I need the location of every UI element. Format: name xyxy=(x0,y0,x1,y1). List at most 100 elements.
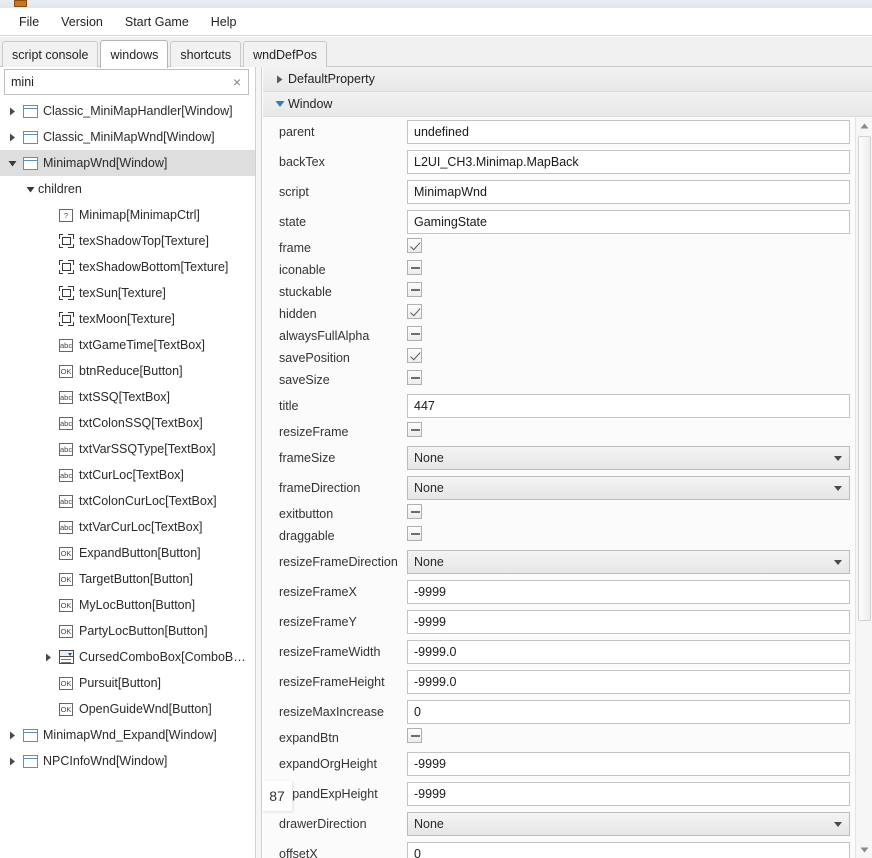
property-input-title[interactable] xyxy=(407,394,850,418)
property-input-resizeFrameX[interactable] xyxy=(407,580,850,604)
property-input-resizeFrameWidth[interactable] xyxy=(407,640,850,664)
property-select-value: None xyxy=(414,481,444,495)
tree-item[interactable]: NPCInfoWnd[Window] xyxy=(0,748,255,774)
chevron-down-icon[interactable] xyxy=(22,176,38,202)
group-header-label: DefaultProperty xyxy=(288,72,375,86)
tree-item[interactable]: OK MyLocButton[Button] xyxy=(0,592,255,618)
property-checkbox-saveSize[interactable] xyxy=(407,370,422,385)
property-checkbox-iconable[interactable] xyxy=(407,260,422,275)
property-input-resizeMaxIncrease[interactable] xyxy=(407,700,850,724)
window-icon xyxy=(20,124,40,150)
tree-item[interactable]: abc txtGameTime[TextBox] xyxy=(0,332,255,358)
window-tree[interactable]: Classic_MiniMapHandler[Window] Classic_Mi… xyxy=(0,98,255,858)
tree-item[interactable]: OK PartyLocButton[Button] xyxy=(0,618,255,644)
property-checkbox-stuckable[interactable] xyxy=(407,282,422,297)
property-select-frameSize[interactable]: None xyxy=(407,446,850,470)
property-checkbox-exitbutton[interactable] xyxy=(407,504,422,519)
menu-item-start-game[interactable]: Start Game xyxy=(114,12,200,32)
chevron-right-icon[interactable] xyxy=(4,98,20,124)
tree-item[interactable]: MinimapWnd_Expand[Window] xyxy=(0,722,255,748)
scroll-down-icon[interactable] xyxy=(856,841,872,858)
property-checkbox-frame[interactable] xyxy=(407,238,422,253)
tree-item[interactable]: OK Pursuit[Button] xyxy=(0,670,255,696)
chevron-right-icon[interactable] xyxy=(4,124,20,150)
textbox-icon: abc xyxy=(59,442,73,456)
tree-item[interactable]: texShadowBottom[Texture] xyxy=(0,254,255,280)
group-header-defaultproperty[interactable]: DefaultProperty xyxy=(263,67,872,92)
tree-item[interactable]: OK TargetButton[Button] xyxy=(0,566,255,592)
tree-item[interactable]: Classic_MiniMapWnd[Window] xyxy=(0,124,255,150)
tab-wnddefpos[interactable]: wndDefPos xyxy=(243,41,328,67)
property-row-backTex: backTex xyxy=(263,147,872,177)
tree-item[interactable]: texShadowTop[Texture] xyxy=(0,228,255,254)
tree-item[interactable]: abc txtSSQ[TextBox] xyxy=(0,384,255,410)
property-checkbox-hidden[interactable] xyxy=(407,304,422,319)
property-select-value: None xyxy=(414,817,444,831)
tree-item[interactable]: Classic_MiniMapHandler[Window] xyxy=(0,98,255,124)
property-row-frame: frame xyxy=(263,237,872,259)
chevron-right-icon[interactable] xyxy=(4,722,20,748)
tree-item[interactable]: children xyxy=(0,176,255,202)
tree-item-label: children xyxy=(38,182,82,196)
chevron-right-icon[interactable] xyxy=(4,748,20,774)
property-input-expandOrgHeight[interactable] xyxy=(407,752,850,776)
tree-item[interactable]: OK OpenGuideWnd[Button] xyxy=(0,696,255,722)
tree-item-label: MyLocButton[Button] xyxy=(79,598,196,612)
panel-splitter[interactable] xyxy=(256,67,262,858)
property-input-resizeFrameY[interactable] xyxy=(407,610,850,634)
property-checkbox-expandBtn[interactable] xyxy=(407,728,422,743)
property-checkbox-draggable[interactable] xyxy=(407,526,422,541)
chevron-placeholder xyxy=(40,488,56,514)
property-row-resizeMaxIncrease: resizeMaxIncrease xyxy=(263,697,872,727)
property-input-script[interactable] xyxy=(407,180,850,204)
property-select-drawerDirection[interactable]: None xyxy=(407,812,850,836)
menu-item-version[interactable]: Version xyxy=(50,12,114,32)
property-checkbox-savePosition[interactable] xyxy=(407,348,422,363)
chevron-down-icon[interactable] xyxy=(4,150,20,176)
property-input-resizeFrameHeight[interactable] xyxy=(407,670,850,694)
clear-search-icon[interactable]: × xyxy=(226,71,248,93)
menu-item-file[interactable]: File xyxy=(8,12,50,32)
tree-item[interactable]: CursedComboBox[ComboBox] xyxy=(0,644,255,670)
tree-item-label: txtVarSSQType[TextBox] xyxy=(79,442,216,456)
tree-item[interactable]: abc txtVarCurLoc[TextBox] xyxy=(0,514,255,540)
property-select-value: None xyxy=(414,451,444,465)
button-icon: OK xyxy=(59,676,73,690)
tab-windows[interactable]: windows xyxy=(100,40,169,68)
scrollbar-thumb[interactable] xyxy=(858,136,871,621)
property-input-parent[interactable] xyxy=(407,120,850,144)
chevron-right-icon[interactable] xyxy=(40,644,56,670)
tree-item[interactable]: texSun[Texture] xyxy=(0,280,255,306)
tree-item[interactable]: abc txtCurLoc[TextBox] xyxy=(0,462,255,488)
search-box[interactable]: × xyxy=(4,69,249,95)
property-select-value: None xyxy=(414,555,444,569)
chevron-placeholder xyxy=(40,540,56,566)
tree-item[interactable]: texMoon[Texture] xyxy=(0,306,255,332)
property-scrollbar[interactable] xyxy=(855,117,872,858)
tab-script-console[interactable]: script console xyxy=(2,41,99,67)
property-input-backTex[interactable] xyxy=(407,150,850,174)
menu-item-help[interactable]: Help xyxy=(200,12,248,32)
property-input-offsetX[interactable] xyxy=(407,842,850,858)
property-label: title xyxy=(279,399,299,413)
tree-item[interactable]: OK ExpandButton[Button] xyxy=(0,540,255,566)
property-input-state[interactable] xyxy=(407,210,850,234)
property-field xyxy=(407,526,850,546)
search-input[interactable] xyxy=(5,71,226,93)
tab-shortcuts[interactable]: shortcuts xyxy=(170,41,242,67)
property-checkbox-resizeFrame[interactable] xyxy=(407,422,422,437)
app-icon xyxy=(14,0,27,7)
property-input-expandExpHeight[interactable] xyxy=(407,782,850,806)
property-select-resizeFrameDirection[interactable]: None xyxy=(407,550,850,574)
tree-item[interactable]: OK btnReduce[Button] xyxy=(0,358,255,384)
scroll-up-icon[interactable] xyxy=(856,117,872,134)
property-select-frameDirection[interactable]: None xyxy=(407,476,850,500)
group-header-window[interactable]: Window xyxy=(263,92,872,117)
tree-item[interactable]: abc txtColonSSQ[TextBox] xyxy=(0,410,255,436)
tree-item[interactable]: abc txtVarSSQType[TextBox] xyxy=(0,436,255,462)
tree-item[interactable]: MinimapWnd[Window] xyxy=(0,150,255,176)
property-label: exitbutton xyxy=(279,507,334,521)
tree-item[interactable]: ? Minimap[MinimapCtrl] xyxy=(0,202,255,228)
tree-item[interactable]: abc txtColonCurLoc[TextBox] xyxy=(0,488,255,514)
property-checkbox-alwaysFullAlpha[interactable] xyxy=(407,326,422,341)
